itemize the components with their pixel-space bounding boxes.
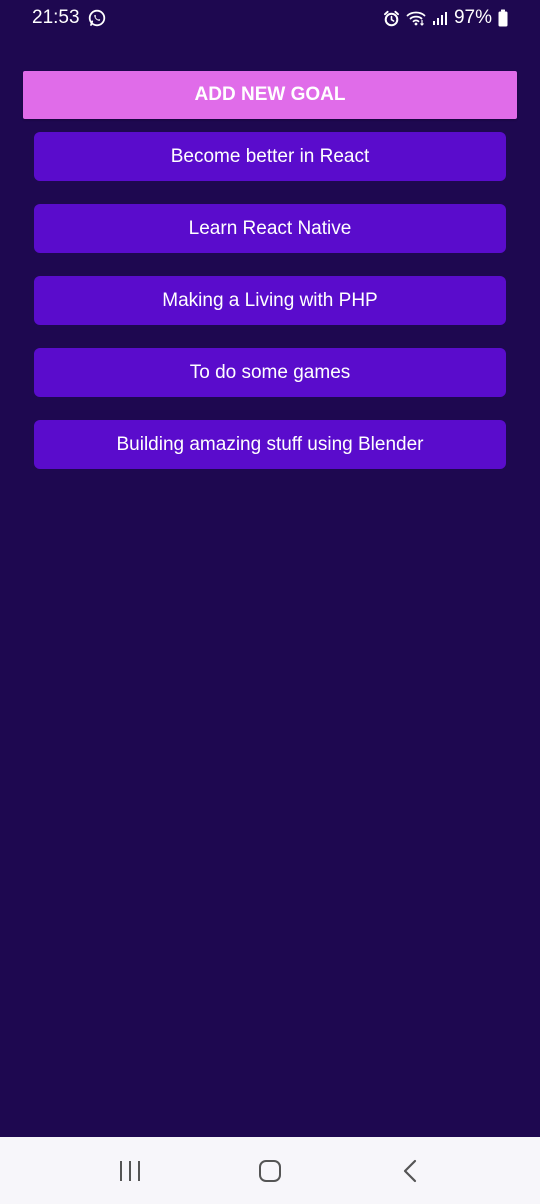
- home-icon: [258, 1159, 282, 1183]
- status-time: 21:53: [32, 7, 80, 28]
- goal-item[interactable]: Making a Living with PHP: [34, 276, 506, 325]
- goal-item[interactable]: Building amazing stuff using Blender: [34, 420, 506, 469]
- goal-item[interactable]: Learn React Native: [34, 204, 506, 253]
- status-left: 21:53: [32, 7, 106, 29]
- battery-icon: [498, 9, 508, 27]
- status-right: 97%: [383, 7, 508, 29]
- back-button[interactable]: [380, 1147, 440, 1195]
- goal-list: Become better in React Learn React Nativ…: [34, 132, 506, 492]
- recent-apps-button[interactable]: [100, 1147, 160, 1195]
- alarm-icon: [383, 10, 400, 27]
- add-new-goal-button[interactable]: ADD NEW GOAL: [23, 71, 517, 119]
- navigation-bar: [0, 1137, 540, 1204]
- back-icon: [402, 1159, 418, 1183]
- whatsapp-icon: [88, 9, 106, 27]
- home-button[interactable]: [240, 1147, 300, 1195]
- wifi-icon: [406, 10, 426, 26]
- battery-percentage: 97%: [453, 7, 492, 28]
- goal-item[interactable]: Become better in React: [34, 132, 506, 181]
- status-bar: 21:53 97%: [0, 0, 540, 36]
- signal-icon: [432, 10, 448, 26]
- recent-apps-icon: [118, 1160, 142, 1182]
- goal-item[interactable]: To do some games: [34, 348, 506, 397]
